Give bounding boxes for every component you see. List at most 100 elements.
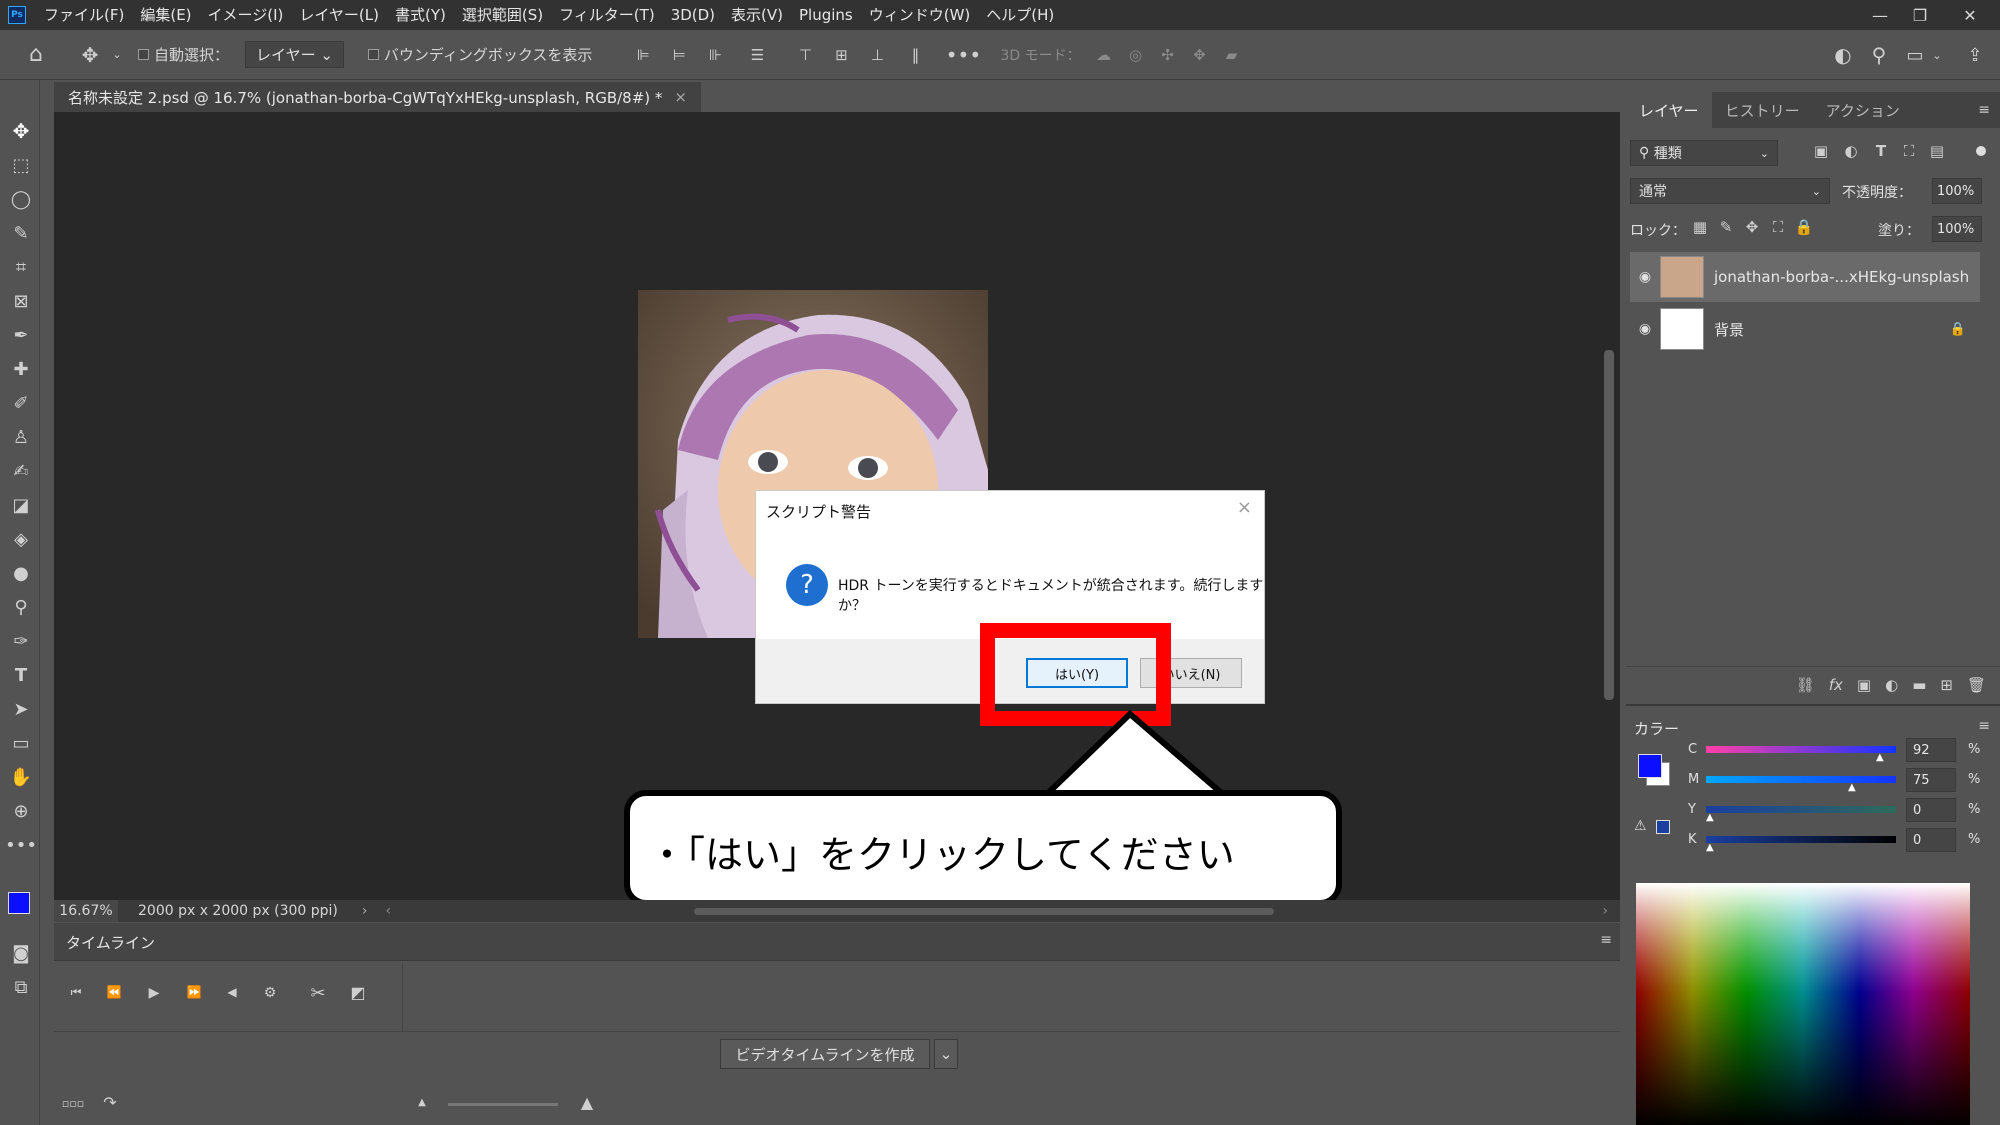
visibility-eye-icon[interactable]: ◉	[1630, 321, 1660, 337]
filter-type-icon[interactable]: T	[1870, 142, 1892, 160]
add-mask-icon[interactable]: ▣	[1857, 676, 1871, 694]
play-icon[interactable]: ▶	[142, 985, 166, 1001]
paint-bucket-icon[interactable]: ◈	[8, 526, 34, 552]
bounding-box-checkbox[interactable]	[367, 49, 379, 60]
hand-icon[interactable]: ✋	[8, 764, 34, 790]
vertical-scrollbar[interactable]	[1604, 350, 1614, 700]
timeline-dropdown-icon[interactable]: ⌄	[934, 1039, 958, 1069]
channel-m-slider[interactable]	[1706, 776, 1896, 783]
menu-select[interactable]: 選択範囲(S)	[454, 0, 551, 30]
filter-toggle-icon[interactable]	[1976, 146, 1986, 156]
search-icon[interactable]: ⚲	[1864, 40, 1894, 70]
lock-pixels-icon[interactable]: ✎	[1716, 218, 1736, 236]
home-icon[interactable]: ⌂	[16, 42, 56, 67]
distribute-icon[interactable]: ☰	[744, 46, 770, 64]
new-group-icon[interactable]: ▬	[1912, 676, 1926, 694]
type-icon[interactable]: T	[8, 662, 34, 688]
more-tools-icon[interactable]: •••	[5, 832, 37, 858]
align-middle-icon[interactable]: ⊞	[828, 46, 854, 64]
eraser-icon[interactable]: ◪	[8, 492, 34, 518]
learn-icon[interactable]: ◐	[1828, 40, 1858, 70]
color-panel-menu-icon[interactable]: ≡	[1978, 718, 1990, 734]
layer-row-photo[interactable]: ◉ jonathan-borba-...xHEkg-unsplash	[1630, 252, 1980, 302]
layer-row-background[interactable]: ◉ 背景 🔒	[1630, 304, 1980, 354]
channel-c-value[interactable]: 92	[1906, 738, 1956, 762]
align-bottom-icon[interactable]: ⊥	[864, 46, 890, 64]
distribute-vertical-icon[interactable]: ‖	[902, 46, 928, 64]
adjustment-layer-icon[interactable]: ◐	[1885, 676, 1898, 694]
scroll-left-icon[interactable]: ‹	[386, 903, 392, 919]
tab-actions[interactable]: アクション	[1813, 92, 1913, 128]
channel-k-slider[interactable]	[1706, 836, 1896, 843]
move-tool-icon[interactable]: ✥	[70, 43, 110, 67]
channel-y-slider[interactable]	[1706, 806, 1896, 813]
link-layers-icon[interactable]: ⛓	[1796, 676, 1815, 694]
audio-icon[interactable]: ◀	[220, 985, 244, 999]
chevron-down-icon[interactable]: ⌄	[110, 48, 124, 61]
filter-smart-icon[interactable]: ▤	[1926, 142, 1948, 160]
color-spectrum[interactable]	[1636, 883, 1970, 1125]
fill-field[interactable]: 100%	[1932, 216, 1982, 242]
auto-select-option[interactable]: 自動選択：	[138, 44, 229, 65]
filter-shape-icon[interactable]: ⛶	[1898, 142, 1920, 160]
scroll-right-icon[interactable]: ›	[1602, 903, 1608, 919]
lock-position-icon[interactable]: ✥	[1742, 218, 1762, 236]
pen-icon[interactable]: ✑	[8, 628, 34, 654]
channel-k-thumb[interactable]: ▲	[1706, 842, 1714, 853]
menu-type[interactable]: 書式(Y)	[387, 0, 454, 30]
layer-style-icon[interactable]: fx	[1829, 676, 1843, 694]
status-arrow-icon[interactable]: ›	[362, 903, 368, 919]
crop-icon[interactable]: ⌗	[8, 254, 34, 280]
frame-icon[interactable]: ⊠	[8, 288, 34, 314]
menu-edit[interactable]: 編集(E)	[132, 0, 199, 30]
filter-pixel-icon[interactable]: ▣	[1810, 142, 1832, 160]
screen-mode-icon[interactable]: ⧉	[8, 974, 34, 1000]
document-tab[interactable]: 名称未設定 2.psd @ 16.7% (jonathan-borba-CgWT…	[54, 82, 701, 112]
create-video-timeline-button[interactable]: ビデオタイムラインを作成	[720, 1039, 930, 1069]
prev-frame-icon[interactable]: ⏪	[102, 985, 126, 999]
blend-mode-dropdown[interactable]: 通常 ⌄	[1630, 178, 1830, 204]
auto-select-checkbox[interactable]	[138, 49, 149, 60]
align-center-icon[interactable]: ⊨	[666, 46, 692, 64]
panel-menu-icon[interactable]: ≡	[1600, 932, 1612, 948]
zoom-out-icon[interactable]: ▲	[412, 1097, 432, 1108]
gamut-warning-icon[interactable]: ⚠	[1634, 818, 1647, 834]
quick-mask-icon[interactable]: ◙	[8, 940, 34, 966]
tab-history[interactable]: ヒストリー	[1712, 92, 1813, 128]
render-video-icon[interactable]: ↷	[98, 1093, 122, 1112]
transition-icon[interactable]: ◩	[346, 983, 370, 1002]
3d-pan-icon[interactable]: ✣	[1155, 46, 1181, 64]
close-icon[interactable]: ✕	[1950, 0, 1990, 30]
lock-all-icon[interactable]: 🔒	[1794, 218, 1814, 236]
menu-layer[interactable]: レイヤー(L)	[291, 0, 387, 30]
more-options-icon[interactable]: •••	[946, 43, 981, 67]
frame-animation-icon[interactable]: ▫▫▫	[60, 1097, 86, 1110]
3d-roll-icon[interactable]: ◎	[1123, 46, 1149, 64]
stamp-icon[interactable]: ♙	[8, 424, 34, 450]
3d-orbit-icon[interactable]: ☁	[1091, 46, 1117, 64]
move-icon[interactable]: ✥	[8, 118, 34, 144]
channel-k-value[interactable]: 0	[1906, 828, 1956, 852]
channel-c-thumb[interactable]: ▲	[1876, 752, 1884, 763]
visibility-eye-icon[interactable]: ◉	[1630, 269, 1660, 285]
lock-artboard-icon[interactable]: ⛶	[1768, 218, 1788, 236]
3d-slide-icon[interactable]: ✥	[1187, 46, 1213, 64]
3d-camera-icon[interactable]: ▰	[1219, 46, 1245, 64]
rectangle-icon[interactable]: ▭	[8, 730, 34, 756]
workspace-icon[interactable]: ▭	[1900, 40, 1930, 70]
first-frame-icon[interactable]: ⏮	[64, 985, 88, 1000]
bounding-box-option[interactable]: バウンディングボックスを表示	[367, 44, 592, 65]
opacity-field[interactable]: 100%	[1932, 178, 1982, 204]
dialog-close-icon[interactable]: ×	[1237, 497, 1252, 518]
new-layer-icon[interactable]: ⊞	[1940, 676, 1953, 694]
menu-window[interactable]: ウィンドウ(W)	[861, 0, 979, 30]
align-left-icon[interactable]: ⊫	[630, 46, 656, 64]
channel-m-value[interactable]: 75	[1906, 768, 1956, 792]
lock-transparent-icon[interactable]: ▦	[1690, 218, 1710, 236]
align-top-icon[interactable]: ⊤	[792, 46, 818, 64]
auto-select-dropdown[interactable]: レイヤー ⌄	[245, 41, 344, 68]
timeline-tab[interactable]: タイムライン	[66, 932, 155, 953]
restore-icon[interactable]: ❐	[1900, 0, 1940, 30]
menu-3d[interactable]: 3D(D)	[663, 0, 723, 30]
color-foreground-swatch[interactable]	[1638, 754, 1662, 778]
